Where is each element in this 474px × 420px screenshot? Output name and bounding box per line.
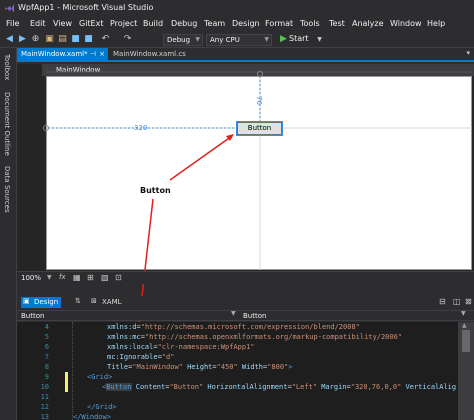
annotation-label: Button xyxy=(140,186,171,195)
breadcrumb-left-dropdown-icon[interactable]: ▼ xyxy=(231,310,236,317)
collapse-pane-icon[interactable]: ⊠ xyxy=(465,297,472,306)
tab-xaml-label: XAML xyxy=(102,298,122,306)
line-number: 9 xyxy=(44,373,49,381)
line-number: 13 xyxy=(40,413,49,420)
line-number: 7 xyxy=(44,353,49,361)
xaml-view-icon: ⊠ xyxy=(91,297,97,305)
zoom-level[interactable]: 100% xyxy=(21,274,41,282)
breadcrumb-right[interactable]: Button xyxy=(243,312,266,320)
line-number: 5 xyxy=(44,333,49,341)
tab-design-label: Design xyxy=(34,298,59,306)
line-number: 12 xyxy=(40,403,49,411)
line-number: 10 xyxy=(40,383,49,391)
annotation-arrow-to-designer xyxy=(169,135,233,181)
tab-design[interactable]: ▣ Design xyxy=(21,297,61,308)
artboard-background-icon[interactable]: ▧ xyxy=(101,273,109,282)
design-view-icon: ▣ xyxy=(23,297,30,305)
designer-zoom-bar: 100% ▼ fx ▦ ⊞ ▧ ⊡ xyxy=(17,271,474,284)
split-horizontal-icon[interactable]: ⊟ xyxy=(439,297,446,306)
line-number: 4 xyxy=(44,323,49,331)
editor-vertical-scrollbar[interactable]: ▲ xyxy=(458,322,474,420)
grid-toggle-icon[interactable]: ▦ xyxy=(73,273,81,282)
snap-gridlines-icon[interactable]: ⊞ xyxy=(87,273,94,282)
tab-xaml[interactable]: ⊠ XAML xyxy=(89,297,129,308)
line-number: 6 xyxy=(44,343,49,351)
xaml-editor[interactable]: 4 xmlns:d="http://schemas.microsoft.com/… xyxy=(17,322,458,420)
line-number: 8 xyxy=(44,363,49,371)
view-tabs: ▣ Design ⇅ ⊠ XAML ⊟ ◫ ⊠ xyxy=(17,296,474,310)
snap-snaplines-icon[interactable]: ⊡ xyxy=(115,273,122,282)
split-vertical-icon[interactable]: ◫ xyxy=(453,297,461,306)
scrollbar-thumb[interactable] xyxy=(462,330,470,352)
effects-fx-icon[interactable]: fx xyxy=(59,273,66,281)
breadcrumb-left[interactable]: Button xyxy=(21,312,44,320)
line-number: 11 xyxy=(40,393,49,401)
breadcrumb: Button ▼ Button ▼ xyxy=(17,310,474,321)
designer-button-element[interactable]: Button xyxy=(236,121,283,136)
scroll-up-icon[interactable]: ▲ xyxy=(462,322,467,329)
swap-panes-icon[interactable]: ⇅ xyxy=(75,297,81,305)
zoom-dropdown-icon[interactable]: ▼ xyxy=(47,274,52,281)
height-guide-label: 76 xyxy=(255,96,263,105)
width-guide-label: 320 xyxy=(134,124,148,132)
change-marker xyxy=(65,372,68,392)
indent-guide xyxy=(72,322,73,420)
breadcrumb-right-dropdown-icon[interactable]: ▼ xyxy=(461,310,466,317)
